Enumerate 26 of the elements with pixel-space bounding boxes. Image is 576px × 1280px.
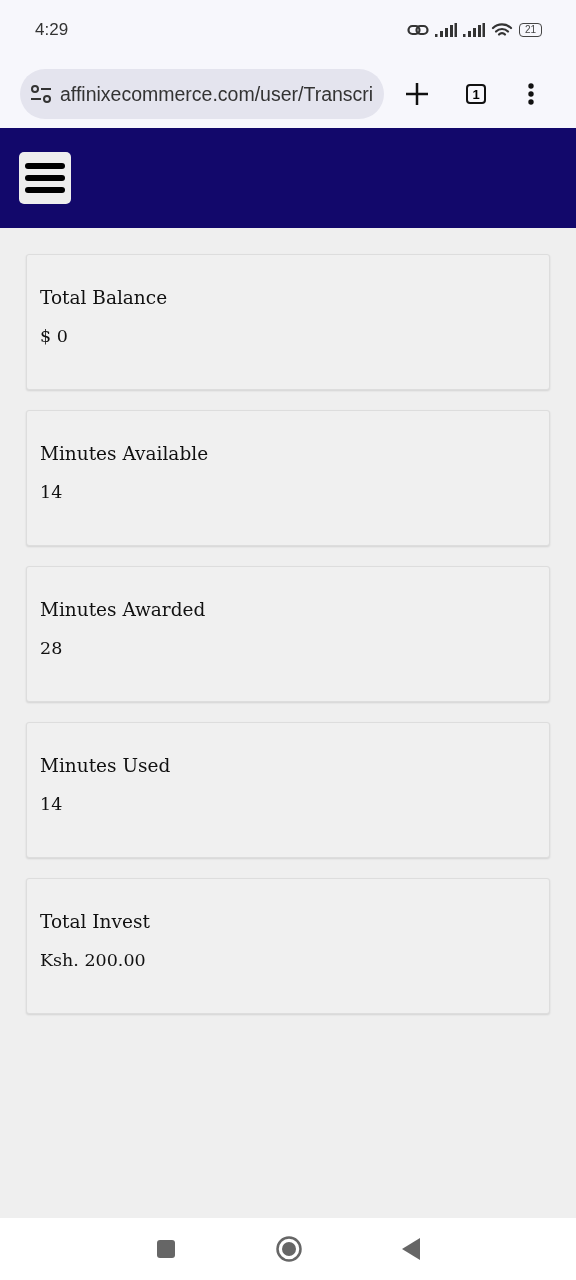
plus-icon[interactable] [406,83,428,105]
menu-button[interactable] [19,152,71,204]
home-icon[interactable] [276,1236,302,1262]
back-icon[interactable] [402,1238,420,1260]
tab-count-button[interactable]: 1 [466,84,486,104]
stat-value: 14 [40,794,64,814]
stat-label: Minutes Available [40,443,210,464]
stat-value: 14 [40,482,64,502]
more-icon[interactable] [528,83,534,105]
stat-label: Total Balance [40,287,169,308]
wifi-icon [490,22,513,38]
stat-value: Ksh. 200.00 [40,950,147,970]
signal-icon [434,23,457,37]
status-time: 4:29 [35,20,69,40]
stat-value: 28 [40,638,64,658]
recents-icon[interactable] [156,1239,176,1259]
signal-icon [462,23,485,37]
stat-label: Total Invest [40,911,151,932]
battery-icon: 21 [518,23,542,37]
stat-value: $ 0 [40,326,69,346]
stat-label: Minutes Used [40,755,172,776]
address-bar[interactable]: affinixecommerce.com/user/Transcri [20,69,384,119]
menu-icon[interactable] [24,162,66,194]
link-icon [406,23,429,37]
stat-label: Minutes Awarded [40,599,207,620]
settings-icon[interactable] [30,85,52,103]
